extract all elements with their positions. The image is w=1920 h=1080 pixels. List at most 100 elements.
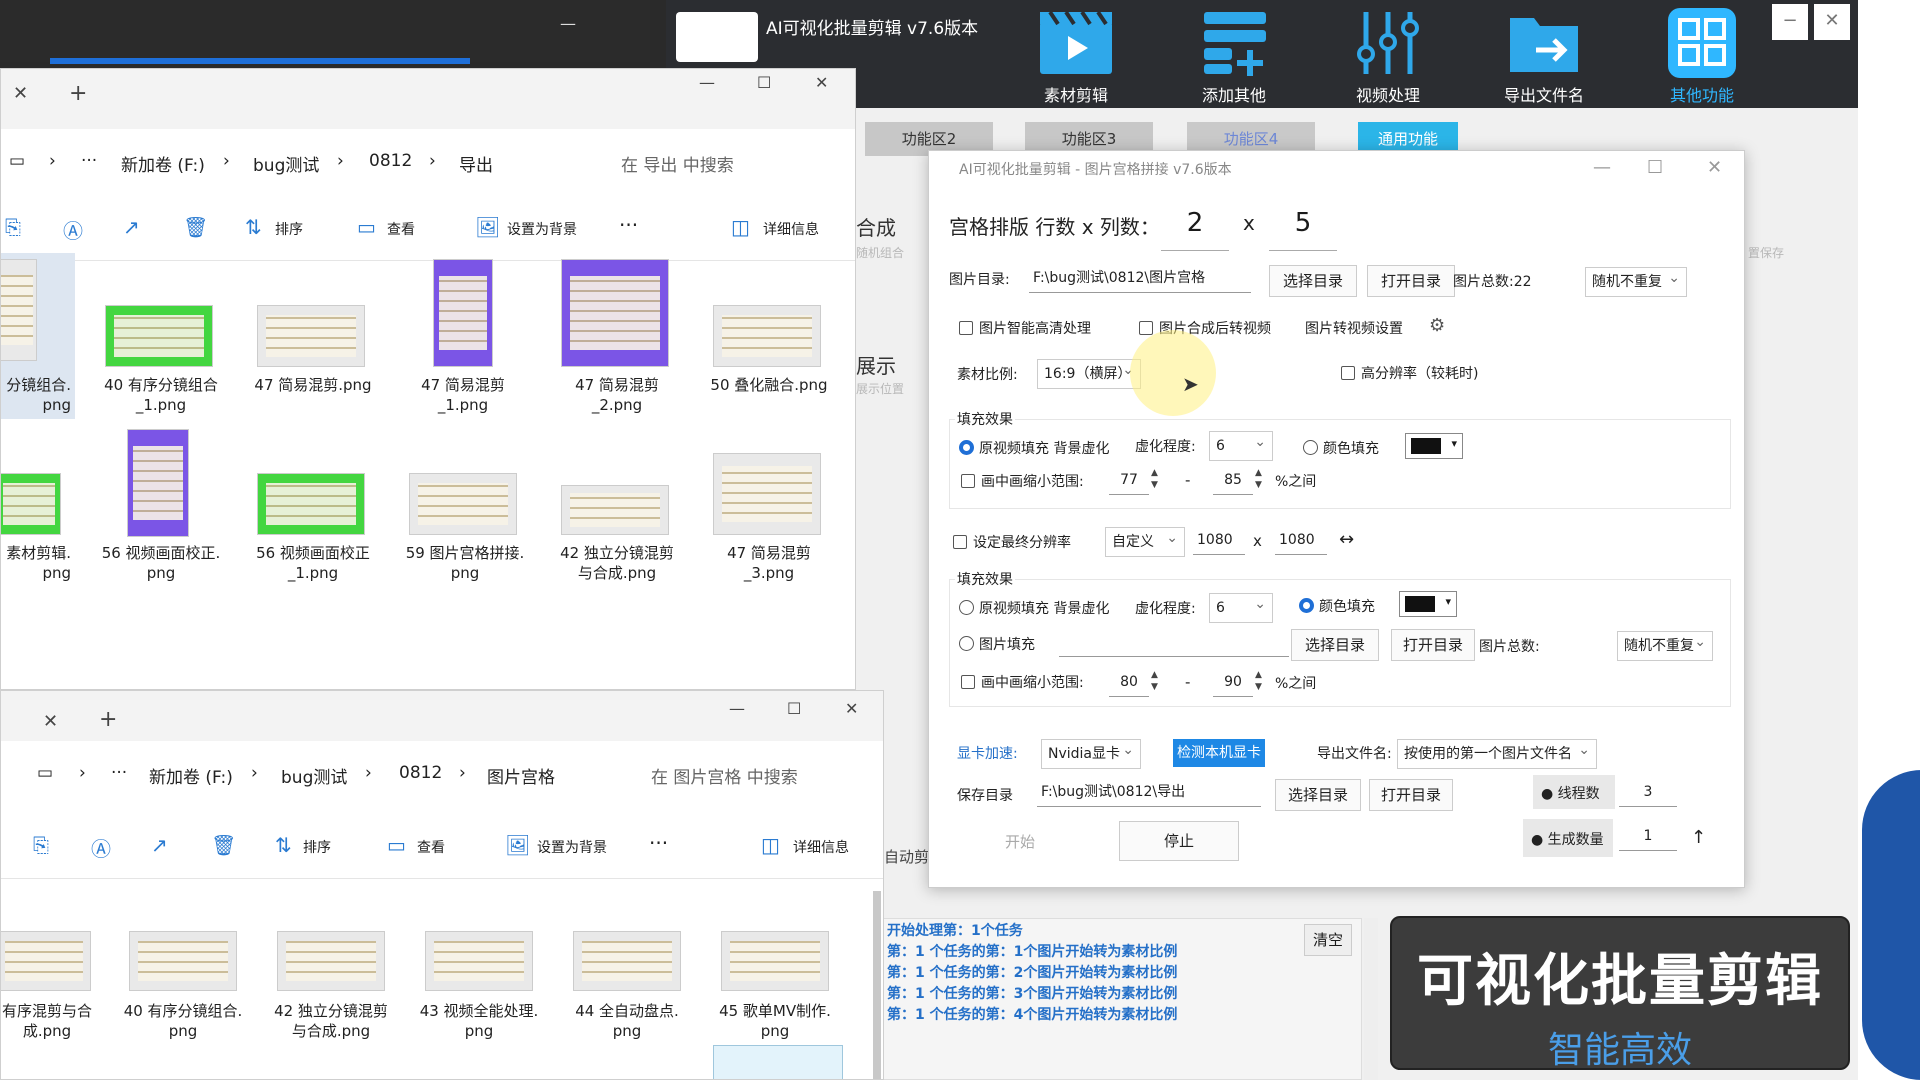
search-input[interactable]: 在 图片宫格 中搜索 (651, 763, 798, 788)
more-options-icon[interactable]: ··· (649, 831, 668, 855)
swap-icon[interactable]: ↔ (1339, 529, 1354, 550)
log-scrollbar[interactable] (1364, 918, 1378, 1080)
blur-level-select[interactable]: 6 (1209, 590, 1273, 623)
image-dir-input[interactable]: F:\bug测试\0812\图片宫格 (1029, 265, 1251, 293)
details-button[interactable]: 详细信息 (793, 837, 849, 857)
to-video-settings-label[interactable]: 图片转视频设置 (1305, 318, 1403, 338)
paste-icon[interactable]: ⎘ (5, 215, 21, 239)
new-tab-icon[interactable]: + (99, 707, 117, 732)
open-dir-button[interactable]: 打开目录 (1391, 629, 1475, 661)
sort-button[interactable]: 排序 (275, 219, 303, 239)
clear-log-button[interactable]: 清空 (1304, 924, 1352, 956)
threads-input[interactable]: 3 (1619, 779, 1677, 807)
file-thumbnail[interactable] (721, 931, 829, 991)
color-picker[interactable]: ▾ (1399, 591, 1457, 617)
breadcrumb-folder[interactable]: bug测试 (281, 763, 347, 788)
new-item-placeholder[interactable] (713, 1045, 843, 1079)
view-icon[interactable]: ▭ (387, 833, 406, 857)
fill-color-radio[interactable] (1299, 598, 1314, 613)
spin-arrows-icon[interactable]: ▲ ▼ (1255, 467, 1265, 491)
hd-checkbox[interactable] (959, 321, 973, 335)
file-thumbnail[interactable] (573, 931, 681, 991)
file-name[interactable]: 50 叠化融合.png (704, 375, 834, 395)
sort-button[interactable]: 排序 (303, 837, 331, 857)
file-thumbnail[interactable] (105, 305, 213, 367)
file-name[interactable]: 47 简易混剪 _2.png (552, 375, 682, 415)
paste-icon[interactable]: ⎘ (33, 833, 49, 857)
blur-level-select[interactable]: 6 (1209, 428, 1273, 461)
app-close-button[interactable]: ✕ (1814, 4, 1850, 40)
rename-icon[interactable]: Ⓐ (63, 215, 83, 244)
fill-blur-radio[interactable] (959, 440, 974, 455)
breadcrumb-folder[interactable]: bug测试 (253, 151, 319, 176)
open-dir-button[interactable]: 打开目录 (1367, 265, 1455, 297)
toolbar-clip-button[interactable]: 素材剪辑 (1016, 8, 1136, 106)
breadcrumb-current[interactable]: 图片宫格 (487, 763, 555, 788)
file-name[interactable]: 有序混剪与合 成.png (1, 1001, 117, 1041)
random-mode-select[interactable]: 随机不重复 (1585, 264, 1687, 297)
file-thumbnail[interactable] (1, 473, 61, 535)
hires-checkbox[interactable] (1341, 366, 1355, 380)
file-name[interactable]: 43 视频全能处理. png (414, 1001, 544, 1041)
fill-image-radio[interactable] (959, 636, 974, 651)
spin-arrows-icon[interactable]: ▲ ▼ (1151, 669, 1161, 693)
export-name-select[interactable]: 按使用的第一个图片文件名 (1397, 736, 1597, 769)
file-thumbnail[interactable] (277, 931, 385, 991)
file-name[interactable]: 42 独立分镜混剪 与合成.png (266, 1001, 396, 1041)
more-path-icon[interactable]: ··· (111, 763, 127, 783)
more-options-icon[interactable]: ··· (619, 213, 638, 237)
file-thumbnail[interactable] (561, 259, 669, 367)
res-width-input[interactable]: 1080 (1193, 527, 1245, 555)
file-name[interactable]: 40 有序分镜组合 _1.png (96, 375, 226, 415)
view-icon[interactable]: ▭ (357, 215, 376, 239)
arrow-up-icon[interactable]: ↑ (1691, 827, 1706, 848)
explorer-scrollbar[interactable] (873, 891, 881, 1079)
breadcrumb-current[interactable]: 导出 (459, 151, 493, 176)
breadcrumb-folder[interactable]: 0812 (369, 151, 412, 171)
file-name[interactable]: 分镜组合. png (1, 375, 71, 415)
file-name[interactable]: 59 图片宫格拼接. png (400, 543, 530, 583)
res-mode-select[interactable]: 自定义 (1105, 524, 1185, 557)
file-thumbnail[interactable] (561, 485, 669, 535)
file-thumbnail[interactable] (1, 259, 37, 361)
delete-icon[interactable]: 🗑 (211, 833, 236, 857)
file-thumbnail[interactable] (257, 473, 365, 535)
color-picker[interactable]: ▾ (1405, 433, 1463, 459)
rename-icon[interactable]: Ⓐ (91, 833, 111, 862)
file-thumbnail[interactable] (425, 931, 533, 991)
maximize-icon[interactable]: ☐ (787, 699, 801, 718)
file-thumbnail[interactable] (713, 305, 821, 367)
breadcrumb-drive[interactable]: 新加卷 (F:) (121, 151, 205, 176)
maximize-icon[interactable]: ☐ (1647, 157, 1663, 178)
gen-count-input[interactable]: 1 (1619, 823, 1677, 851)
computer-icon[interactable]: ▭ (9, 151, 25, 171)
shrink-max-input[interactable]: 90 (1213, 669, 1253, 697)
fill-blur-radio[interactable] (959, 600, 974, 615)
details-icon[interactable]: ◫ (731, 215, 750, 239)
random-mode-select[interactable]: 随机不重复 (1617, 628, 1713, 661)
tab-close-icon[interactable]: ✕ (43, 711, 58, 732)
open-dir-button[interactable]: 打开目录 (1369, 779, 1453, 811)
close-icon[interactable]: ✕ (1707, 157, 1722, 178)
choose-dir-button[interactable]: 选择目录 (1275, 779, 1361, 811)
spin-arrows-icon[interactable]: ▲ ▼ (1151, 467, 1161, 491)
to-video-checkbox[interactable] (1139, 321, 1153, 335)
shrink-max-input[interactable]: 85 (1213, 467, 1253, 495)
file-thumbnail[interactable] (129, 931, 237, 991)
file-name[interactable]: 47 简易混剪 _1.png (398, 375, 528, 415)
shrink-min-input[interactable]: 80 (1109, 669, 1149, 697)
image-icon[interactable]: 🖼 (505, 833, 530, 857)
minimize-icon[interactable]: — (1593, 157, 1611, 178)
address-bar[interactable]: ▭ › ··· 新加卷 (F:) › bug测试 › 0812 › 导出 在 导… (1, 129, 855, 197)
tab-close-icon[interactable]: ✕ (13, 83, 28, 104)
spin-arrows-icon[interactable]: ▲ ▼ (1255, 669, 1265, 693)
file-name[interactable]: 45 歌单MV制作. png (710, 1001, 840, 1041)
toolbar-add-button[interactable]: 添加其他 (1174, 8, 1294, 106)
file-thumbnail[interactable] (409, 473, 517, 535)
file-name[interactable]: 44 全自动盘点. png (562, 1001, 692, 1041)
minimize-icon[interactable]: — (699, 73, 715, 92)
save-dir-input[interactable]: F:\bug测试\0812\导出 (1037, 779, 1261, 807)
share-icon[interactable]: ↗ (123, 215, 140, 239)
file-name[interactable]: 素材剪辑. png (1, 543, 71, 583)
shrink-min-input[interactable]: 77 (1109, 467, 1149, 495)
